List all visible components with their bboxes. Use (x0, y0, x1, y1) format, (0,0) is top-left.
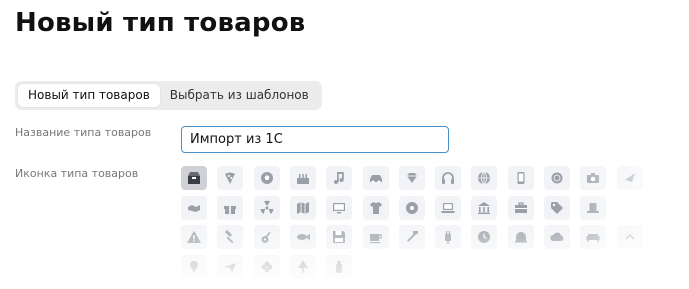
icon-option-bottle-icon[interactable] (326, 255, 352, 279)
hammer-icon (224, 229, 234, 244)
icon-option-briefcase-icon[interactable] (508, 196, 534, 220)
icon-option-cloud-icon[interactable] (544, 225, 570, 249)
icon-option-car-icon[interactable] (363, 166, 389, 190)
music-note-icon (334, 172, 344, 184)
icon-option-map-icon[interactable] (290, 196, 316, 220)
disc-icon (406, 202, 418, 214)
tab-switcher: Новый тип товаров Выбрать из шаблонов (15, 81, 322, 110)
icon-option-diamond-icon[interactable] (399, 166, 425, 190)
icon-option-hammer-icon[interactable] (217, 225, 243, 249)
icon-field-label: Иконка типа товаров (15, 167, 139, 180)
bottle-icon (336, 261, 342, 273)
icon-option-plug-icon[interactable] (435, 225, 461, 249)
icon-option-coin-icon[interactable] (544, 166, 570, 190)
laptop-icon (441, 203, 455, 213)
map-icon (297, 202, 309, 214)
icon-option-clock-icon[interactable] (471, 225, 497, 249)
top-hat-icon (587, 203, 599, 213)
icon-option-warning-icon[interactable] (181, 225, 207, 249)
icon-option-birthday-cake-icon[interactable] (290, 166, 316, 190)
chevron-icon (625, 233, 635, 240)
globe-icon (478, 171, 490, 185)
icon-option-globe-icon[interactable] (471, 166, 497, 190)
icon-option-headphones-icon[interactable] (435, 166, 461, 190)
dome-icon (515, 232, 527, 243)
icon-option-bird-icon[interactable] (617, 166, 643, 190)
plane-icon (224, 263, 236, 273)
icon-option-smartphone-icon[interactable] (508, 166, 534, 190)
flower-icon (261, 261, 273, 273)
cloud-icon (550, 232, 564, 241)
icon-option-flower-icon[interactable] (254, 255, 280, 279)
icon-option-guitar-icon[interactable] (254, 225, 280, 249)
soccer-ball-icon (261, 172, 273, 184)
tree-icon (298, 260, 308, 273)
plug-icon (445, 231, 451, 244)
bank-icon (478, 202, 490, 214)
radiation-icon (260, 200, 274, 214)
pizza-icon (225, 172, 235, 184)
floppy-disk-icon (333, 231, 345, 243)
tag-icon (551, 202, 563, 214)
page-title: Новый тип товаров (15, 8, 306, 38)
fish-icon (297, 233, 310, 241)
briefcase-icon (515, 202, 527, 213)
clock-icon (478, 231, 490, 243)
icon-option-chevron-icon[interactable] (617, 225, 643, 249)
icon-option-soccer-ball-icon[interactable] (254, 166, 280, 190)
icon-option-floppy-disk-icon[interactable] (326, 225, 352, 249)
pin-icon (190, 261, 198, 273)
car-icon (370, 175, 382, 184)
diamond-icon (407, 173, 417, 183)
coffee-cup-icon (370, 234, 382, 244)
icon-picker-grid (181, 166, 661, 286)
icon-option-dome-icon[interactable] (508, 225, 534, 249)
camera-icon (587, 173, 599, 183)
icon-option-plane-icon[interactable] (217, 255, 243, 279)
icon-option-tshirt-icon[interactable] (363, 196, 389, 220)
icon-option-coffee-cup-icon[interactable] (363, 225, 389, 249)
coin-icon (551, 172, 563, 184)
icon-option-monitor-icon[interactable] (326, 196, 352, 220)
icon-option-sofa-icon[interactable] (580, 225, 606, 249)
tools-icon (407, 231, 418, 242)
icon-option-bank-icon[interactable] (471, 196, 497, 220)
icon-option-top-hat-icon[interactable] (580, 196, 606, 220)
type-name-input[interactable] (181, 126, 449, 153)
icon-option-pizza-icon[interactable] (217, 166, 243, 190)
box-icon (188, 172, 200, 184)
icon-option-box-icon[interactable] (181, 166, 207, 190)
smartphone-icon (517, 172, 525, 184)
icon-option-camera-icon[interactable] (580, 166, 606, 190)
warning-icon (187, 231, 201, 243)
bird-icon (625, 173, 635, 182)
icon-option-radiation-icon[interactable] (254, 196, 280, 220)
icon-option-laptop-icon[interactable] (435, 196, 461, 220)
icon-option-tools-icon[interactable] (399, 225, 425, 249)
icon-option-gift-icon[interactable] (217, 196, 243, 220)
icon-option-pin-icon[interactable] (181, 255, 207, 279)
icon-option-fish-icon[interactable] (290, 225, 316, 249)
icon-option-tree-icon[interactable] (290, 255, 316, 279)
handshake-icon (188, 205, 200, 212)
sofa-icon (586, 234, 600, 242)
headphones-icon (442, 172, 454, 184)
tab-new-type[interactable]: Новый тип товаров (18, 84, 160, 107)
tab-from-templates[interactable]: Выбрать из шаблонов (160, 84, 319, 107)
guitar-icon (261, 231, 271, 243)
icon-option-music-note-icon[interactable] (326, 166, 352, 190)
icon-option-disc-icon[interactable] (399, 196, 425, 220)
name-field-label: Название типа товаров (15, 126, 152, 139)
monitor-icon (333, 203, 345, 214)
tshirt-icon (370, 202, 382, 214)
birthday-cake-icon (297, 174, 309, 184)
icon-option-tag-icon[interactable] (544, 196, 570, 220)
icon-option-handshake-icon[interactable] (181, 196, 207, 220)
gift-icon (224, 206, 236, 214)
